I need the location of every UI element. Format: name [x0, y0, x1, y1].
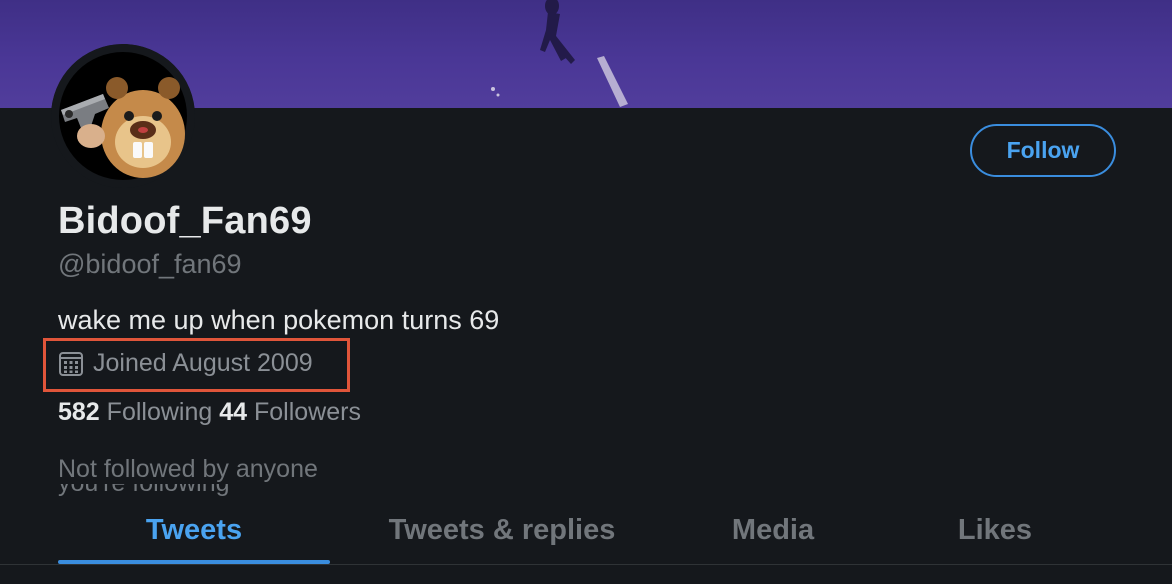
profile-handle: @bidoof_fan69 [58, 249, 242, 279]
tab-tweets-and-replies[interactable]: Tweets & replies [366, 496, 638, 564]
following-count: 582 [58, 398, 100, 426]
follow-button[interactable]: Follow [970, 124, 1116, 177]
tab-label: Media [731, 513, 815, 546]
following-label: Following [106, 398, 213, 426]
following-link[interactable]: 582 Following [58, 398, 212, 426]
profile-display-name: Bidoof_Fan69 [58, 200, 312, 242]
not-followed-text: Not followed by anyone [58, 455, 318, 483]
tab-tweets[interactable]: Tweets [58, 496, 330, 564]
joined-text: Joined August 2009 [93, 349, 313, 377]
truncated-text-label: you're following [58, 484, 338, 496]
tabs-divider [0, 564, 1172, 565]
follow-stats: 582 Following 44 Followers [58, 398, 361, 427]
tab-media[interactable]: Media [660, 496, 886, 564]
followers-count: 44 [219, 398, 248, 426]
tab-label: Likes [957, 513, 1033, 546]
tab-label: Tweets & replies [388, 513, 616, 546]
joined-date: Joined August 2009 [58, 349, 313, 378]
profile-page: Follow Bidoof_Fan69 @bidoof_fan69 wake m… [0, 0, 1172, 584]
tab-likes[interactable]: Likes [882, 496, 1108, 564]
profile-avatar[interactable] [51, 44, 195, 188]
followers-label: Followers [254, 398, 361, 426]
calendar-icon [59, 351, 83, 376]
followers-link[interactable]: 44 Followers [219, 398, 361, 426]
truncated-text: you're following [58, 484, 338, 496]
tab-label: Tweets [145, 513, 243, 546]
profile-tabs: Tweets Tweets & replies Media Likes [0, 496, 1172, 564]
profile-bio: wake me up when pokemon turns 69 [58, 305, 500, 335]
